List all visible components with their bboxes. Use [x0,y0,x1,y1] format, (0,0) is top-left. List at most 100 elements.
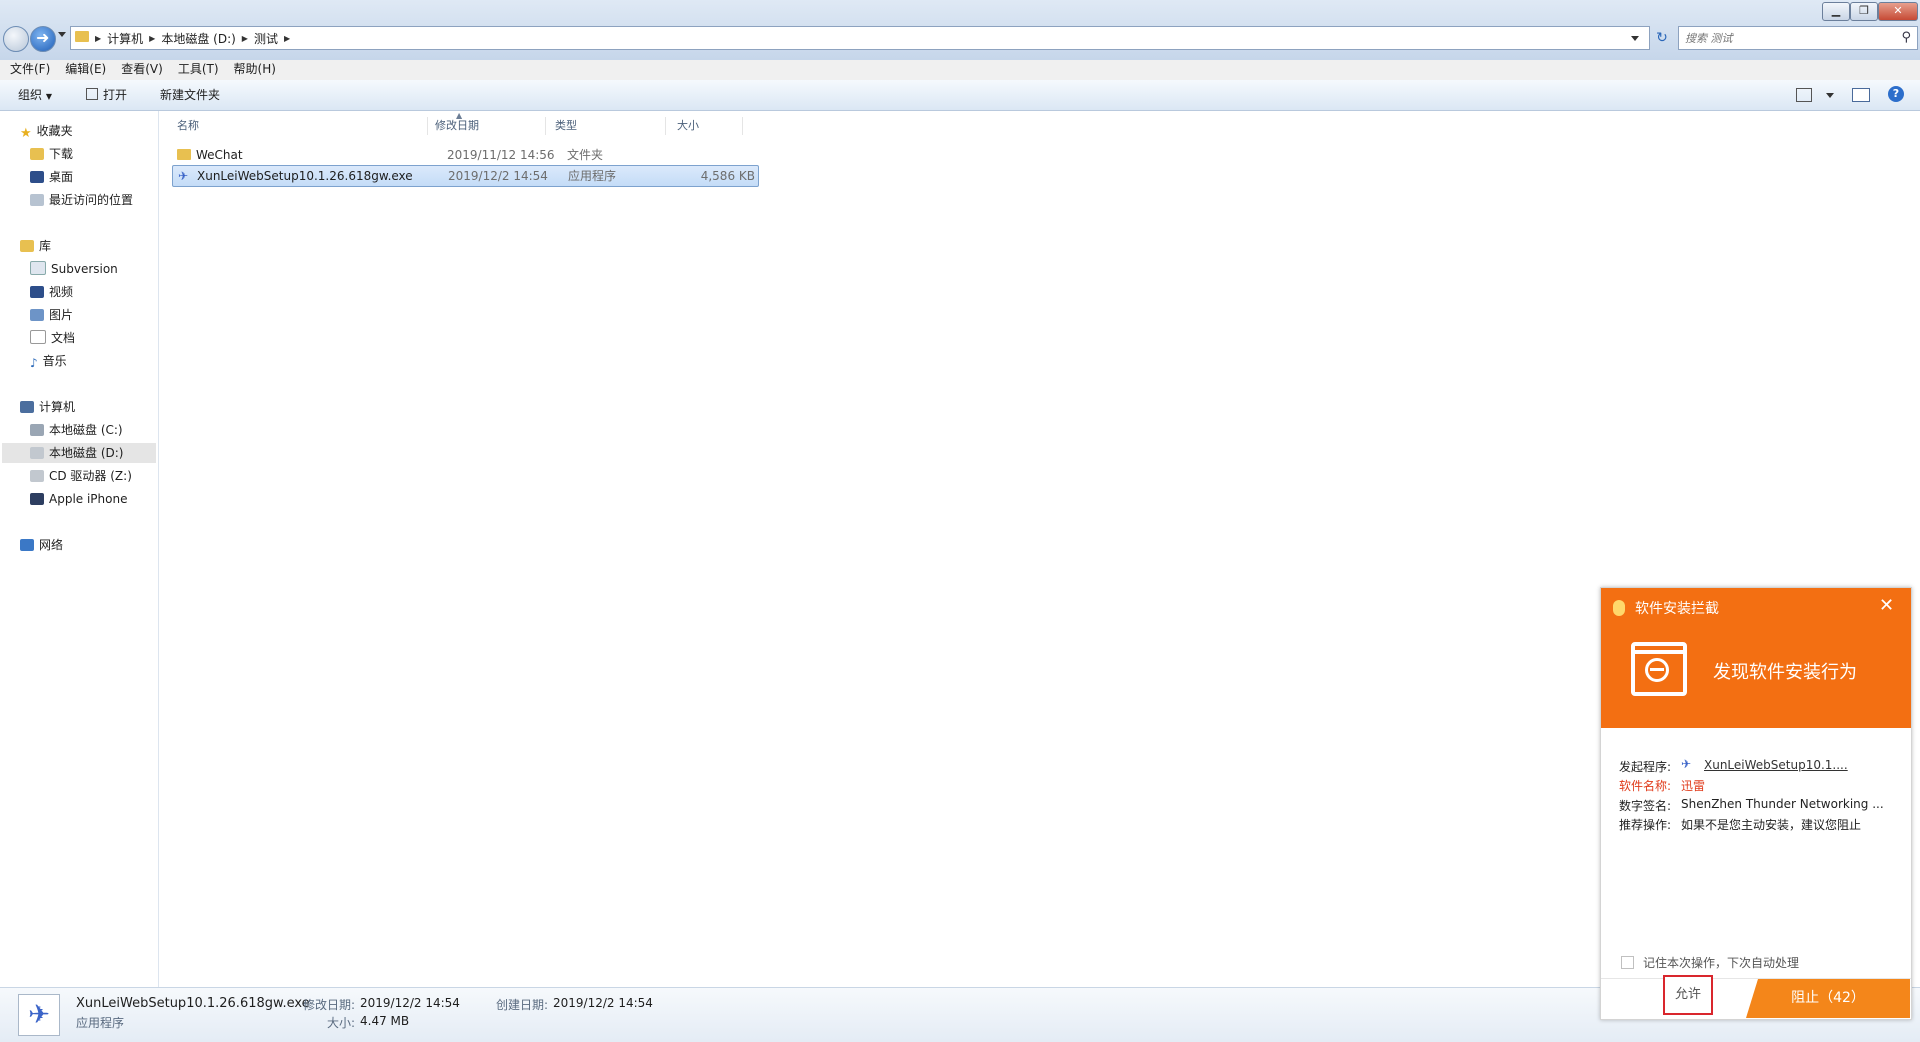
nav-computer[interactable]: 计算机 [20,397,75,417]
nav-label: 库 [39,239,52,253]
address-dropdown-icon[interactable] [1631,36,1639,41]
ban-bar-icon [1650,668,1664,671]
package-lid-icon [1631,642,1687,654]
nav-label: 本地磁盘 (D:) [49,446,124,460]
nav-item-pictures[interactable]: 图片 [30,305,73,325]
minimize-button[interactable]: ▁ [1822,2,1850,21]
nav-label: 视频 [49,285,74,299]
install-block-popup: 软件安装拦截 ✕ 发现软件安装行为 发起程序: ✈ XunLeiWebSetup… [1600,587,1912,1020]
maximize-button[interactable]: ❐ [1850,2,1878,21]
nav-item-drive-d[interactable]: 本地磁盘 (D:) [2,443,156,463]
nav-item-desktop[interactable]: 桌面 [30,167,73,187]
menu-help[interactable]: 帮助(H) [229,60,281,80]
nav-item-music[interactable]: ♪ 音乐 [30,351,67,371]
organize-button[interactable]: 组织 ▼ [18,86,52,106]
menu-edit[interactable]: 编辑(E) [60,60,111,80]
file-row-selected[interactable]: ✈ XunLeiWebSetup10.1.26.618gw.exe 2019/12… [172,165,759,187]
breadcrumb-item[interactable]: 测试 [254,30,278,47]
file-type: 应用程序 [568,169,617,183]
column-header-name[interactable]: 名称 [171,117,428,135]
file-name: WeChat [196,148,243,162]
file-row[interactable]: WeChat 2019/11/12 14:56 文件夹 [173,145,753,165]
command-bar: 组织 ▼ 打开 新建文件夹 ? [0,80,1920,111]
music-icon: ♪ [30,356,38,370]
nav-favorites[interactable]: ★ 收藏夹 [20,121,73,141]
file-modified: 2019/11/12 14:56 [447,148,555,162]
nav-item-cd-drive[interactable]: CD 驱动器 (Z:) [30,466,132,486]
refresh-icon[interactable]: ↻ [1650,26,1674,50]
open-button[interactable]: 打开 [86,86,127,104]
nav-label: 收藏夹 [36,124,73,138]
history-dropdown-icon[interactable] [58,32,66,37]
launcher-link[interactable]: XunLeiWebSetup10.1.... [1704,758,1848,772]
document-icon [30,330,46,344]
drive-icon [30,447,44,459]
software-label: 软件名称: [1619,779,1672,793]
breadcrumb-item[interactable]: 计算机 [107,30,143,47]
breadcrumb-item[interactable]: 本地磁盘 (D:) [161,30,235,47]
file-name: XunLeiWebSetup10.1.26.618gw.exe [197,169,413,183]
view-options-icon[interactable] [1796,88,1812,102]
folder-icon [75,31,89,42]
block-button[interactable]: 阻止（42） [1746,979,1910,1018]
address-bar[interactable]: ▶ 计算机 ▶ 本地磁盘 (D:) ▶ 测试 ▶ [70,26,1650,50]
drive-icon [30,424,44,436]
star-icon: ★ [20,126,32,141]
thunder-app-icon: ✈ [1681,757,1692,771]
preview-pane-icon[interactable] [1852,88,1870,102]
file-type: 文件夹 [567,148,604,162]
folder-icon [177,149,191,160]
nav-label: 文档 [51,331,76,345]
search-icon[interactable]: ⚲ [1901,30,1911,45]
chevron-right-icon[interactable]: ▶ [95,34,101,43]
column-header-type[interactable]: 类型 [549,117,666,135]
details-modified-value: 2019/12/2 14:54 [360,996,460,1010]
file-size: 4,586 KB [700,169,755,183]
column-header-size[interactable]: 大小 [671,117,743,135]
menu-bar: 文件(F) 编辑(E) 查看(V) 工具(T) 帮助(H) [0,60,1920,80]
nav-item-subversion[interactable]: Subversion [30,259,118,279]
close-icon[interactable]: ✕ [1879,595,1894,616]
back-button[interactable] [3,26,29,52]
nav-libraries[interactable]: 库 [20,236,51,256]
nav-item-videos[interactable]: 视频 [30,282,73,302]
chevron-right-icon[interactable]: ▶ [242,34,248,43]
nav-label: 图片 [49,308,74,322]
view-dropdown-icon[interactable] [1826,93,1834,98]
search-box[interactable]: ⚲ [1678,26,1918,50]
picture-icon [30,309,44,321]
new-folder-button[interactable]: 新建文件夹 [160,86,220,104]
nav-item-recent-places[interactable]: 最近访问的位置 [30,190,133,210]
allow-button[interactable]: 允许 [1663,975,1713,1015]
chevron-right-icon[interactable]: ▶ [284,34,290,43]
nav-item-downloads[interactable]: 下载 [30,144,73,164]
recent-places-icon [30,194,44,206]
close-button[interactable]: ✕ [1878,2,1918,21]
details-kind: 应用程序 [76,1016,125,1030]
forward-button[interactable]: ➜ [30,26,56,52]
signature-label: 数字签名: [1619,799,1672,813]
nav-network[interactable]: 网络 [20,535,63,555]
nav-label: CD 驱动器 (Z:) [49,469,132,483]
organize-label: 组织 [18,88,43,102]
menu-tools[interactable]: 工具(T) [173,60,224,80]
phone-icon [30,493,44,505]
download-folder-icon [30,148,44,160]
chevron-right-icon[interactable]: ▶ [149,34,155,43]
remember-checkbox[interactable] [1621,956,1634,969]
file-name-cell: WeChat [177,145,243,165]
details-created-label: 创建日期: [496,998,549,1012]
nav-item-iphone[interactable]: Apple iPhone [30,489,127,509]
menu-file[interactable]: 文件(F) [5,60,55,80]
help-icon[interactable]: ? [1888,86,1904,102]
menu-view[interactable]: 查看(V) [116,60,168,80]
nav-label: 音乐 [42,354,67,368]
remember-label[interactable]: 记住本次操作，下次自动处理 [1643,954,1799,971]
nav-item-drive-c[interactable]: 本地磁盘 (C:) [30,420,123,440]
signature-value: ShenZhen Thunder Networking ... [1681,797,1884,811]
nav-item-documents[interactable]: 文档 [30,328,75,348]
recommend-value: 如果不是您主动安装，建议您阻止 [1681,818,1862,832]
search-input[interactable] [1683,29,1887,47]
breadcrumb: ▶ 计算机 ▶ 本地磁盘 (D:) ▶ 测试 ▶ [95,30,290,47]
column-header-modified[interactable]: 修改日期 [429,117,546,135]
